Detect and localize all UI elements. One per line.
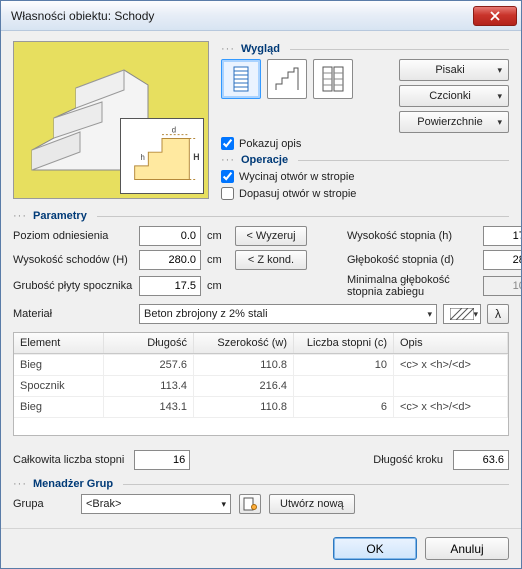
ok-button[interactable]: OK: [333, 537, 417, 560]
table-row[interactable]: Bieg 143.1 110.8 6 <c> x <h>/<d>: [14, 396, 508, 417]
elements-table: Element Długość Szerokość (w) Liczba sto…: [13, 332, 509, 436]
close-button[interactable]: [473, 6, 517, 26]
step-len-input[interactable]: [453, 450, 509, 470]
preview-inset: d h H: [120, 118, 204, 194]
plan-icon: [226, 64, 256, 94]
groups-title: Menadżer Grup: [33, 478, 113, 490]
fonts-button[interactable]: Czcionki: [399, 85, 509, 107]
window-title: Własności obiektu: Schody: [11, 9, 473, 23]
slab-label: Grubość płyty spocznika: [13, 280, 133, 292]
fit-hole-check[interactable]: Dopasuj otwór w stropie: [221, 187, 509, 200]
new-group-button[interactable]: Utwórz nową: [269, 494, 355, 514]
unit-cm: cm: [207, 230, 229, 242]
fit-hole-checkbox[interactable]: [221, 187, 234, 200]
th-element: Element: [14, 333, 104, 353]
cancel-button[interactable]: Anuluj: [425, 537, 509, 560]
from-floor-button[interactable]: < Z kond.: [235, 250, 307, 270]
plan2-icon: [318, 64, 348, 94]
dialog-footer: OK Anuluj: [1, 528, 521, 568]
ref-level-label: Poziom odniesienia: [13, 230, 133, 242]
group-props-button[interactable]: [239, 494, 261, 514]
min-depth-label: Minimalna głębokość stopnia zabiegu: [347, 274, 477, 298]
step-dimensions-icon: d h H: [121, 119, 203, 193]
svg-text:H: H: [193, 152, 199, 162]
th-width: Szerokość (w): [194, 333, 294, 353]
preview-pane: d h H: [13, 41, 209, 199]
titlebar: Własności obiektu: Schody: [1, 1, 521, 31]
table-header: Element Długość Szerokość (w) Liczba sto…: [14, 333, 508, 354]
params-title: Parametry: [33, 210, 87, 222]
hatch-icon: [450, 308, 474, 320]
group-label: Grupa: [13, 498, 73, 510]
svg-text:d: d: [172, 126, 176, 135]
view-icon-1[interactable]: [221, 59, 261, 99]
unit-cm: cm: [207, 254, 229, 266]
cut-hole-checkbox[interactable]: [221, 170, 234, 183]
table-row[interactable]: Spocznik 113.4 216.4: [14, 375, 508, 396]
section-icon: [272, 64, 302, 94]
group-combo[interactable]: <Brak>: [81, 494, 231, 514]
min-depth-input: [483, 276, 521, 296]
cut-hole-check[interactable]: Wycinaj otwór w stropie: [221, 170, 509, 183]
show-desc-check[interactable]: Pokazuj opis: [221, 137, 509, 150]
total-steps-label: Całkowita liczba stopni: [13, 454, 124, 466]
riser-h-input[interactable]: [483, 226, 521, 246]
th-length: Długość: [104, 333, 194, 353]
stairs-h-label: Wysokość schodów (H): [13, 254, 133, 266]
total-steps-input[interactable]: [134, 450, 190, 470]
pens-button[interactable]: Pisaki: [399, 59, 509, 81]
surfaces-button[interactable]: Powierzchnie: [399, 111, 509, 133]
appearance-title: Wygląd: [241, 43, 280, 55]
stairs-h-input[interactable]: [139, 250, 201, 270]
operations-title: Operacje: [241, 154, 288, 166]
section-operations: ··· Operacje: [221, 154, 509, 166]
show-desc-checkbox[interactable]: [221, 137, 234, 150]
dialog-body: d h H ··· Wygląd: [1, 31, 521, 528]
properties-icon: [243, 497, 257, 511]
table-row[interactable]: Bieg 257.6 110.8 10 <c> x <h>/<d>: [14, 354, 508, 375]
zero-button[interactable]: < Wyzeruj: [235, 226, 307, 246]
view-icon-3[interactable]: [313, 59, 353, 99]
svg-text:h: h: [141, 153, 145, 162]
material-combo[interactable]: Beton zbrojony z 2% stali: [139, 304, 437, 324]
slab-input[interactable]: [139, 276, 201, 296]
section-appearance: ··· Wygląd: [221, 43, 509, 55]
hatch-button[interactable]: [443, 304, 481, 324]
dialog-window: Własności obiektu: Schody: [0, 0, 522, 569]
ref-level-input[interactable]: [139, 226, 201, 246]
material-label: Materiał: [13, 308, 133, 320]
tread-d-input[interactable]: [483, 250, 521, 270]
section-groups: ··· Menadżer Grup: [13, 478, 509, 490]
section-params: ··· Parametry: [13, 210, 509, 222]
th-desc: Opis: [394, 333, 508, 353]
close-icon: [490, 11, 500, 21]
step-len-label: Długość kroku: [373, 454, 443, 466]
view-icon-2[interactable]: [267, 59, 307, 99]
lambda-button[interactable]: λ: [487, 304, 509, 324]
tread-d-label: Głębokość stopnia (d): [347, 254, 477, 266]
th-count: Liczba stopni (c): [294, 333, 394, 353]
riser-h-label: Wysokość stopnia (h): [347, 230, 477, 242]
unit-cm: cm: [207, 280, 229, 292]
